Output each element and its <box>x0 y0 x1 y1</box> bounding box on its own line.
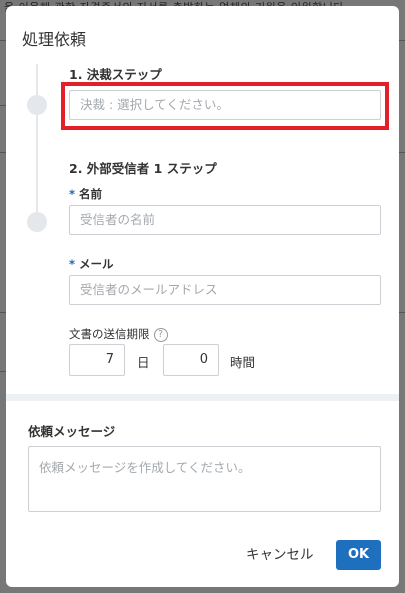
recipient-email-input[interactable]: 受信者のメールアドレス <box>69 275 381 305</box>
recipient-email-placeholder: 受信者のメールアドレス <box>80 282 218 297</box>
hours-input[interactable]: 0 <box>163 344 219 376</box>
required-mark: * <box>69 257 76 271</box>
hours-unit: 時間 <box>230 355 256 370</box>
message-textarea[interactable]: 依頼メッセージを作成してください。 <box>28 446 381 512</box>
email-label: * メール <box>69 256 114 272</box>
cancel-button[interactable]: キャンセル <box>242 540 318 570</box>
dialog-title: 処理依頼 <box>22 30 87 49</box>
deadline-label-text: 文書の送信期限 <box>69 327 150 341</box>
step2-marker <box>27 212 47 232</box>
section-divider <box>6 394 399 401</box>
days-input[interactable]: 7 <box>69 344 125 376</box>
recipient-name-input[interactable]: 受信者の名前 <box>69 205 381 235</box>
step2-label: 2. 外部受信者 1 ステップ <box>69 161 217 176</box>
request-dialog: 処理依頼 1. 決裁ステップ 決裁 : 選択してください。 2. 外部受信者 1… <box>6 6 399 587</box>
message-label: 依頼メッセージ <box>28 424 116 439</box>
required-mark: * <box>69 187 76 201</box>
approval-select-input[interactable]: 決裁 : 選択してください。 <box>69 90 381 120</box>
name-label-text: 名前 <box>79 187 103 201</box>
days-unit: 日 <box>137 355 150 370</box>
recipient-name-placeholder: 受信者の名前 <box>80 212 156 227</box>
ok-button[interactable]: OK <box>336 540 381 570</box>
step1-marker <box>27 95 47 115</box>
step-timeline <box>36 64 38 224</box>
deadline-label: 文書の送信期限? <box>69 326 168 342</box>
approval-select-placeholder: 決裁 : 選択してください。 <box>80 97 229 112</box>
name-label: * 名前 <box>69 186 102 202</box>
step1-label: 1. 決裁ステップ <box>69 67 162 82</box>
help-icon[interactable]: ? <box>153 328 168 342</box>
email-label-text: メール <box>79 257 114 271</box>
message-placeholder: 依頼メッセージを作成してください。 <box>39 460 251 475</box>
